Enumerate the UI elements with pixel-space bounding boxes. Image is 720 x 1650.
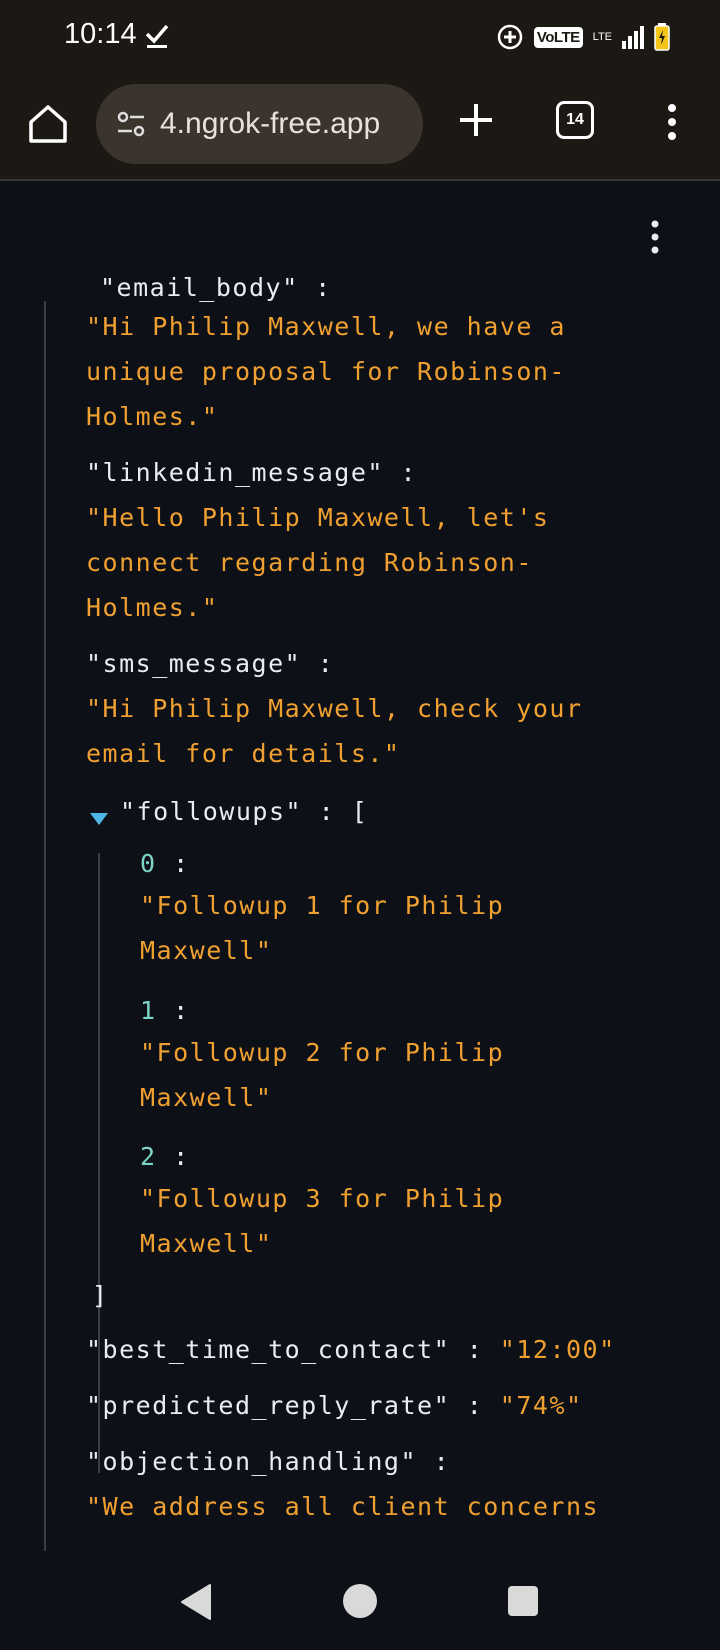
clipped-region: "email_body" : [0, 183, 720, 313]
data-saver-icon [497, 24, 523, 50]
collapse-caret-icon[interactable] [90, 813, 108, 825]
json-string: email for details." [86, 739, 401, 768]
json-row-reply-rate: "predicted_reply_rate" : "74%" [86, 1383, 583, 1428]
system-nav-bar [0, 1563, 720, 1650]
json-string: Maxwell" [140, 936, 273, 965]
tab-switcher-button[interactable]: 14 [556, 101, 594, 139]
json-index: 1 : [140, 996, 190, 1025]
json-row-best-time: "best_time_to_contact" : "12:00" [86, 1327, 616, 1372]
json-key: "predicted_reply_rate" [86, 1391, 451, 1420]
status-bar: 10:14 VoLTE LTE [0, 0, 720, 76]
json-colon: : [383, 458, 418, 487]
json-bracket: ] [92, 1281, 109, 1310]
json-string: "Hi Philip Maxwell, we have a [86, 312, 566, 341]
json-string: "Hi Philip Maxwell, check your [86, 694, 583, 723]
json-string: "12:00" [499, 1335, 616, 1364]
json-string: Maxwell" [140, 1083, 273, 1112]
json-string: Holmes." [86, 593, 219, 622]
json-string: Holmes." [86, 402, 219, 431]
check-icon [145, 24, 169, 48]
json-colon: : [450, 1335, 500, 1364]
json-string: Maxwell" [140, 1229, 273, 1258]
json-index: 0 : [140, 849, 190, 878]
json-row-followups[interactable]: "followups" : [ [120, 789, 368, 834]
json-colon: : [450, 1391, 500, 1420]
address-bar[interactable]: 4.ngrok-free.app [96, 84, 423, 164]
battery-icon [654, 23, 670, 51]
page-content: "email_body" : "Hi Philip Maxwell, we ha… [0, 183, 720, 1563]
json-row-sms: "sms_message" : [86, 641, 334, 686]
json-key: "followups" [120, 797, 303, 826]
json-string: unique proposal for Robinson- [86, 357, 566, 386]
browser-toolbar: 4.ngrok-free.app 14 [0, 76, 720, 181]
json-string: "74%" [499, 1391, 583, 1420]
json-string: "Followup 3 for Philip [140, 1184, 505, 1213]
site-settings-icon[interactable] [114, 107, 148, 141]
more-options-icon[interactable] [660, 100, 684, 144]
signal-icon [622, 26, 644, 49]
recents-icon[interactable] [508, 1586, 538, 1616]
back-icon[interactable] [178, 1583, 212, 1621]
url-text[interactable]: 4.ngrok-free.app [160, 107, 380, 141]
indent-guide [44, 301, 46, 1551]
json-key: "objection_handling" [86, 1447, 418, 1476]
json-string: "We address all client concerns [86, 1492, 600, 1521]
home-icon[interactable] [26, 102, 70, 146]
json-string: connect regarding Robinson- [86, 548, 533, 577]
status-time: 10:14 [64, 18, 137, 50]
lte-label: LTE [592, 31, 612, 43]
indent-guide [98, 853, 100, 1473]
json-key: "sms_message" [86, 649, 302, 678]
json-key: "linkedin_message" [86, 458, 384, 487]
json-colon: : [ [302, 797, 369, 826]
status-icons: VoLTE LTE [496, 22, 670, 52]
json-index: 2 : [140, 1142, 190, 1171]
home-nav-icon[interactable] [343, 1584, 377, 1618]
json-key: "best_time_to_contact" [86, 1335, 451, 1364]
json-row-linkedin: "linkedin_message" : [86, 450, 417, 495]
json-colon: : [301, 649, 335, 678]
json-string: "Hello Philip Maxwell, let's [86, 503, 550, 532]
json-colon: : [417, 1447, 451, 1476]
json-string: "Followup 1 for Philip [140, 891, 505, 920]
json-string: "Followup 2 for Philip [140, 1038, 505, 1067]
json-row-objection: "objection_handling" : [86, 1439, 450, 1484]
volte-badge: VoLTE [533, 26, 583, 48]
json-viewer: "email_body" : "Hi Philip Maxwell, we ha… [0, 183, 720, 1563]
more-options-icon[interactable] [645, 219, 665, 255]
new-tab-icon[interactable] [456, 100, 496, 140]
